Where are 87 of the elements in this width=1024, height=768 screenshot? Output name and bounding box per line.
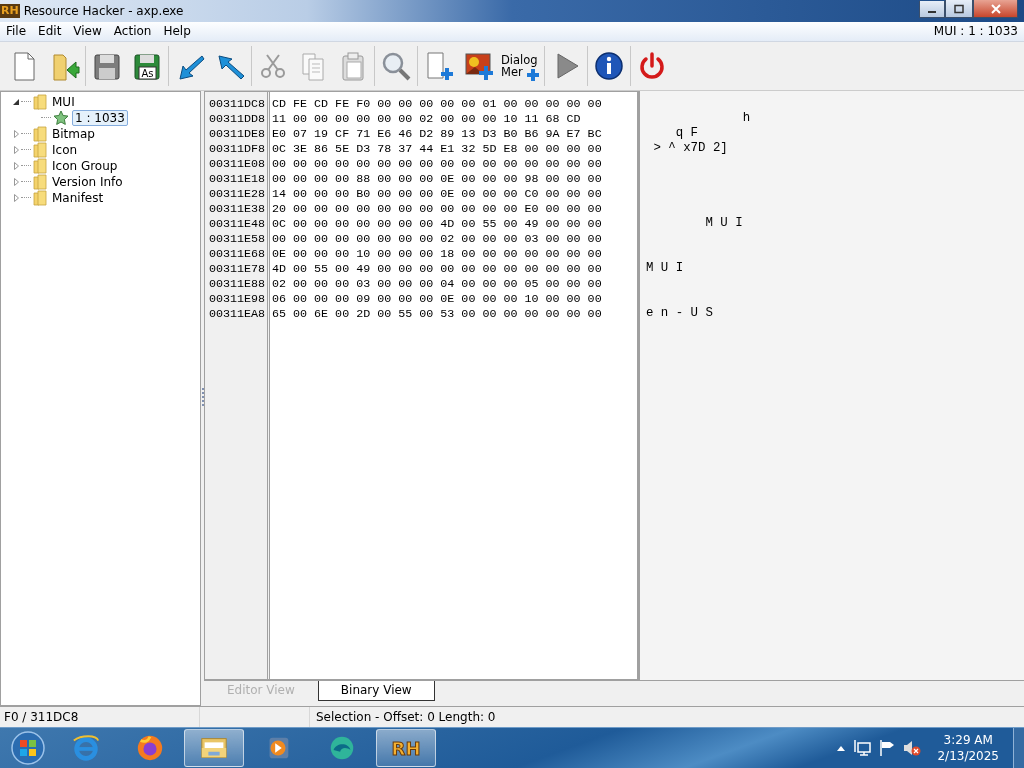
offset-label: 00311E98 [209,291,267,307]
app-logo: RH [0,3,20,18]
tree-item[interactable]: Bitmap [50,126,97,141]
hex-bytes: 4D 00 55 00 49 00 00 00 00 00 00 00 00 00 00 00 [272,261,603,277]
menu-item[interactable]: Help [157,21,197,41]
hex-bytes: E0 07 19 CF 71 E6 46 D2 89 13 D3 B0 B6 9A E7 BC [272,126,603,142]
ascii-text: M U I [704,215,744,231]
folder-icon [33,173,47,190]
ascii-text: q F [674,125,700,141]
hex-bytes: 00 00 00 00 00 00 00 00 02 00 00 00 03 00 00 00 [272,231,603,247]
muted-speaker-icon[interactable] [903,740,922,756]
collapsed-arrow-icon[interactable] [13,129,19,138]
clock-date[interactable]: 2/13/2025 [937,748,999,764]
hex-bytes: 00 00 00 00 88 00 00 00 0E 00 00 00 98 00 00 00 [272,171,603,187]
close-icon [989,3,1002,14]
menu-item[interactable]: File [0,21,33,41]
collapsed-arrow-icon[interactable] [13,161,19,170]
window-title: Resource Hacker - axp.exe [23,3,185,18]
offset-label: 00311E68 [209,246,267,262]
close-button[interactable] [973,0,1018,18]
offset-label: 00311E38 [209,201,267,217]
browser-e-icon [71,733,101,763]
dialog-merge-button[interactable]: Dialog Mer [501,46,541,85]
menu-item[interactable]: View [67,21,108,41]
tree-item[interactable]: MUI [50,94,77,109]
hex-bytes: 02 00 00 00 03 00 00 00 04 00 00 00 05 00 00 00 [272,276,603,292]
collapsed-arrow-icon[interactable] [13,193,19,202]
hex-bytes: 20 00 00 00 00 00 00 00 00 00 00 00 E0 00 00 00 [272,201,603,217]
up-arrow-icon[interactable] [837,745,846,751]
tree-item[interactable]: 1 : 1033 [72,109,128,126]
folder-icon [33,189,47,206]
resource-path: MUI : 1 : 1033 [933,24,1019,39]
maximize-button[interactable] [945,0,973,18]
start-orb-icon[interactable] [10,730,46,766]
ascii-text: > ^ x7D 2] [652,140,729,156]
folder-icon [33,125,47,142]
offset-label: 00311E18 [209,171,267,187]
offset-label: 00311DC8 [209,96,267,112]
tree-item[interactable]: Version Info [50,174,125,189]
minimize-button[interactable] [919,0,945,18]
show-desktop-button[interactable] [1013,728,1024,768]
hex-bytes: 14 00 00 00 B0 00 00 00 0E 00 00 00 C0 00 00 00 [272,186,603,202]
taskbar-app-button[interactable] [184,729,244,767]
offset-label: 00311DE8 [209,126,267,142]
collapsed-arrow-icon[interactable] [13,145,19,154]
view-tab[interactable]: Binary View [317,681,435,701]
hex-bytes: 65 00 6E 00 2D 00 55 00 53 00 00 00 00 00 00 00 [272,306,603,322]
offset-label: 00311E58 [209,231,267,247]
status-selection: Selection - Offset: 0 Length: 0 [315,709,497,726]
collapsed-arrow-icon[interactable] [13,177,19,186]
offset-label: 00311DF8 [209,141,267,157]
tree-item[interactable]: Icon Group [50,158,120,173]
network-icon[interactable] [853,740,872,756]
offset-label: 00311E78 [209,261,267,277]
tree-item[interactable]: Manifest [50,190,106,205]
hex-bytes: 11 00 00 00 00 00 00 02 00 00 00 10 11 68 CD [272,111,582,127]
offset-label: 00311E48 [209,216,267,232]
flag-icon[interactable] [879,740,896,756]
hex-bytes: 0C 3E 86 5E D3 78 37 44 E1 32 5D E8 00 00 00 00 [272,141,603,157]
folder-icon [33,93,47,110]
tree-item[interactable]: Icon [50,142,80,157]
hex-bytes: CD FE CD FE F0 00 00 00 00 00 01 00 00 00 00 00 [272,96,603,112]
star-icon [53,109,69,126]
ascii-text: M U I [646,260,685,276]
offset-label: 00311E08 [209,156,267,172]
expanded-arrow-icon[interactable] [13,98,19,105]
offset-label: 00311E88 [209,276,267,292]
fox-browser-icon [135,733,165,763]
menu-item[interactable]: Edit [32,21,68,41]
info-icon [593,49,625,82]
hex-bytes: 00 00 00 00 00 00 00 00 00 00 00 00 00 00 00 00 [272,156,603,172]
offset-label: 00311E28 [209,186,267,202]
ascii-text: e n - U S [646,305,714,321]
hex-bytes: 0E 00 00 00 10 00 00 00 18 00 00 00 00 00 00 00 [272,246,603,262]
menu-item[interactable]: Action [107,21,158,41]
ascii-text: h [741,110,752,126]
offset-label: 00311EA8 [209,306,267,322]
maximize-icon [953,3,965,14]
plus-icon [527,68,539,81]
minimize-icon [928,10,936,13]
hex-bytes: 0C 00 00 00 00 00 00 00 4D 00 55 00 49 00 00 00 [272,216,603,232]
offset-label: 00311DD8 [209,111,267,127]
folder-icon [33,141,47,158]
clock-time[interactable]: 3:29 AM [943,732,993,748]
hex-bytes: 06 00 00 00 09 00 00 00 0E 00 00 00 10 00 00 00 [272,291,603,307]
splitter-handle-icon[interactable] [201,388,204,409]
folder-icon [33,157,47,174]
